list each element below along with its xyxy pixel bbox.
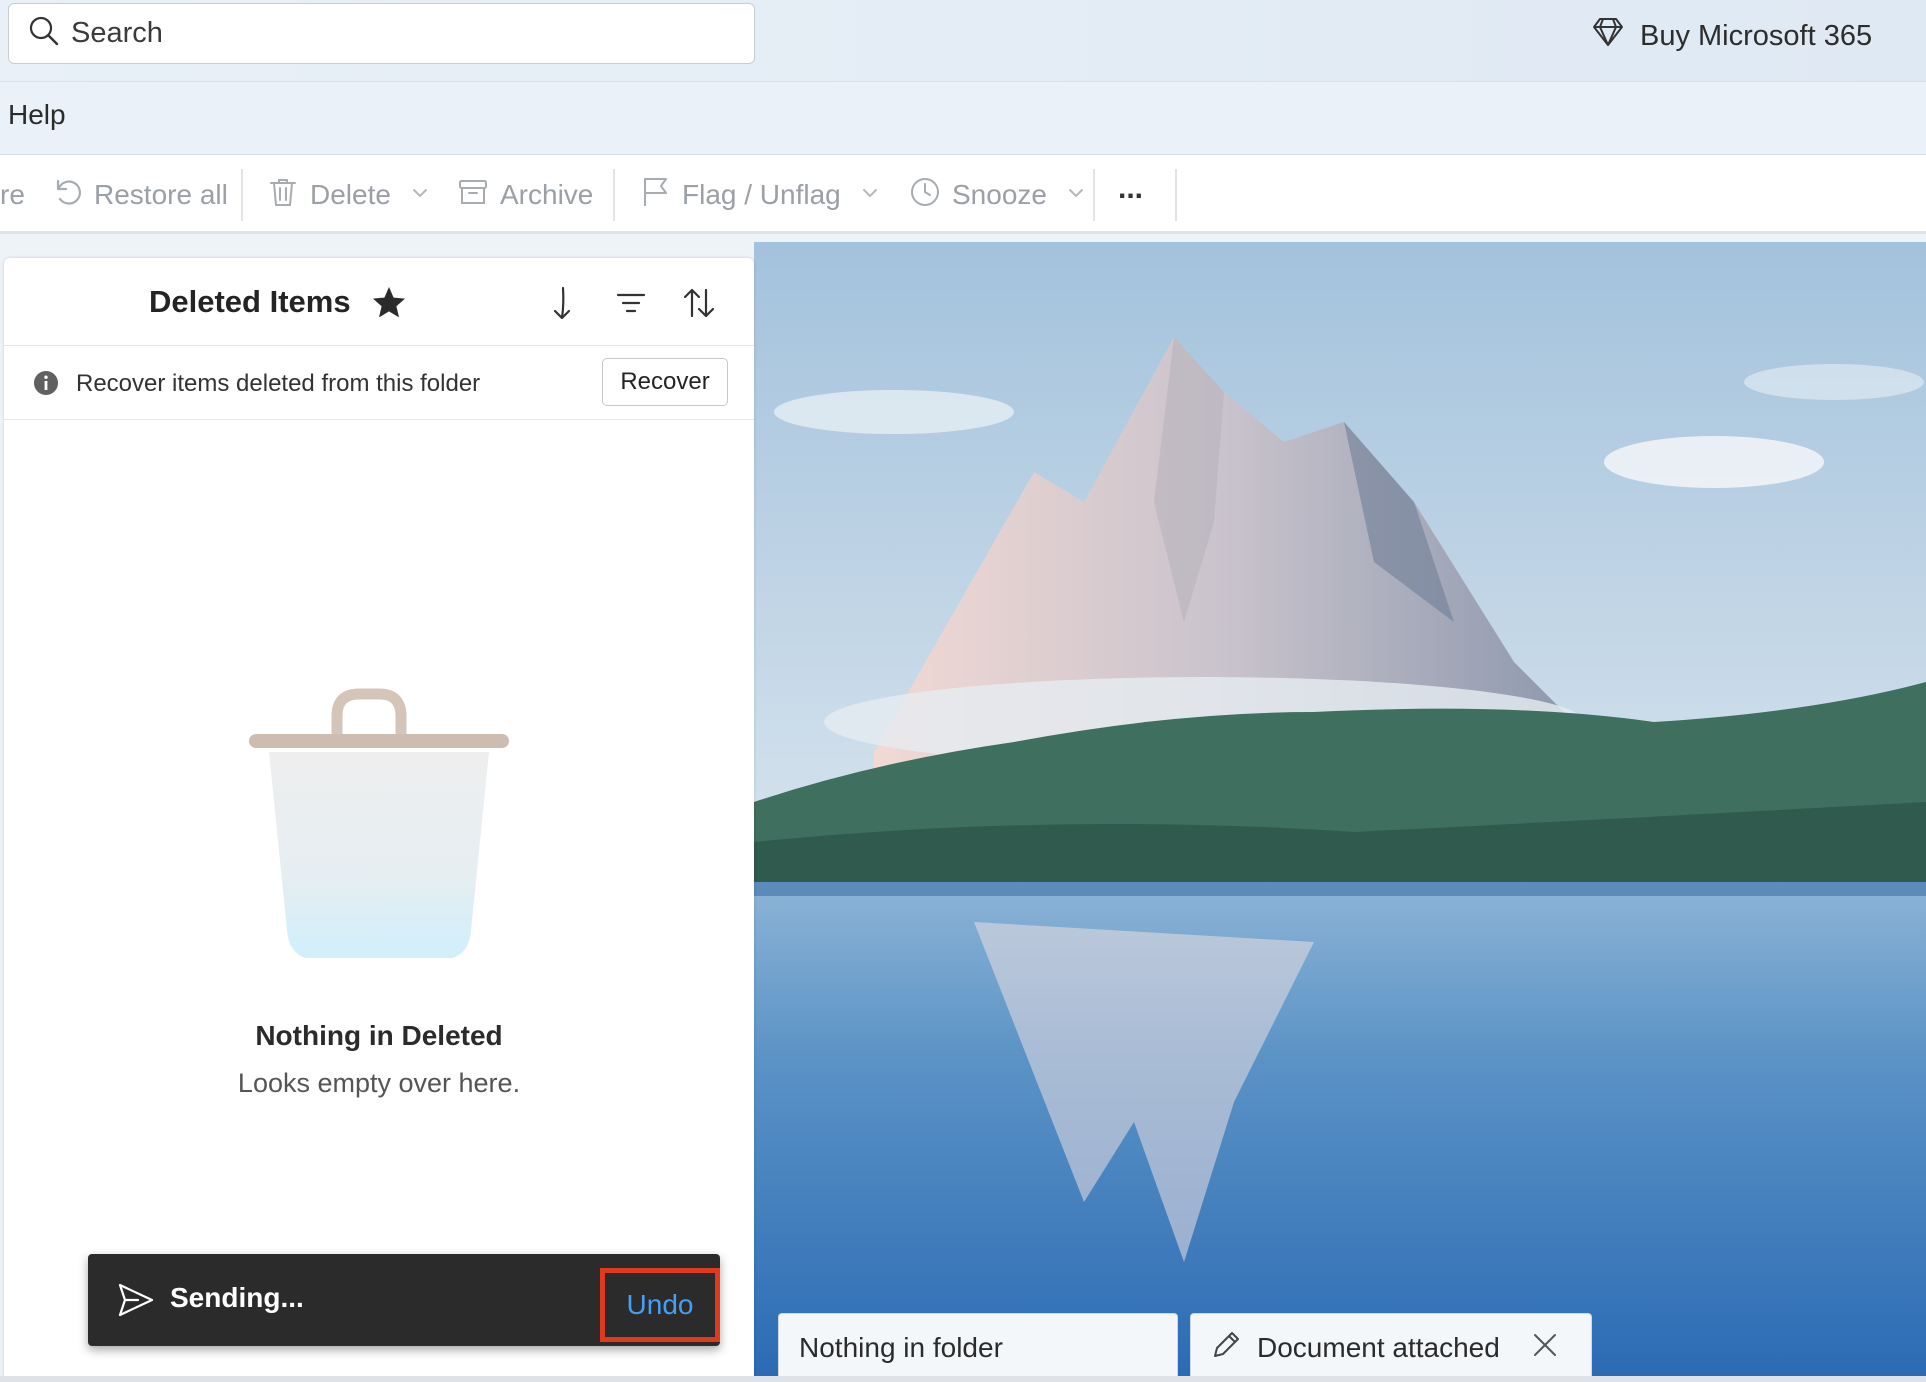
archive-button[interactable]: Archive <box>456 173 593 217</box>
empty-state-subtitle: Looks empty over here. <box>237 1068 521 1098</box>
recover-button[interactable]: Recover <box>602 358 728 406</box>
chevron-down-icon[interactable] <box>391 179 431 211</box>
draft-tab-label: Document attached <box>1257 1332 1500 1363</box>
sending-text: Sending... <box>170 1282 304 1313</box>
more-label: ... <box>1118 172 1144 205</box>
more-actions-button[interactable]: ... <box>1118 167 1143 211</box>
toolbar-divider <box>613 169 615 221</box>
empty-bin-illustration <box>239 668 519 960</box>
chevron-down-icon[interactable] <box>841 179 881 211</box>
draft-tab-label: Nothing in folder <box>799 1332 1003 1363</box>
draft-tab-document-attached[interactable]: Document attached <box>1190 1313 1592 1382</box>
delete-label: Delete <box>310 179 391 210</box>
archive-label: Archive <box>500 179 594 210</box>
chevron-down-icon[interactable] <box>1047 179 1087 211</box>
restore-all-label: Restore all <box>94 179 228 210</box>
command-toolbar: re Restore all Delete Archive Flag / Unf… <box>0 154 1926 234</box>
info-icon <box>32 369 60 397</box>
buy-label: Buy Microsoft 365 <box>1640 19 1873 52</box>
outlook-window: Search Buy Microsoft 365 Help re Restore… <box>0 0 1926 1382</box>
empty-state-title: Nothing in Deleted <box>255 1020 503 1051</box>
message-list-pane: Deleted Items Recover items deleted from… <box>4 258 754 1382</box>
folder-title: Deleted Items <box>149 284 351 319</box>
trash-icon <box>266 175 310 216</box>
restore-all-button[interactable]: Restore all <box>50 173 228 217</box>
search-placeholder: Search <box>71 17 163 49</box>
tab-help[interactable]: Help <box>8 99 66 131</box>
flag-unflag-label: Flag / Unflag <box>682 179 841 210</box>
filter-icon[interactable] <box>612 284 650 322</box>
background-landscape-image <box>754 242 1926 1382</box>
recover-items-bar: Recover items deleted from this folder R… <box>4 346 754 420</box>
folder-header: Deleted Items <box>4 258 754 346</box>
snooze-button[interactable]: Snooze <box>908 173 1087 217</box>
menu-row: Help <box>0 82 1926 154</box>
snooze-label: Snooze <box>952 179 1047 210</box>
toolbar-divider <box>241 169 243 221</box>
buy-microsoft-365-button[interactable]: Buy Microsoft 365 <box>1590 14 1872 58</box>
top-bar: Search Buy Microsoft 365 <box>0 0 1926 82</box>
sort-icon[interactable] <box>680 284 718 322</box>
recover-text: Recover items deleted from this folder <box>76 370 481 397</box>
favorite-star-icon[interactable] <box>370 284 408 322</box>
search-input[interactable]: Search <box>8 3 755 64</box>
toolbar-divider <box>1093 169 1095 221</box>
delete-button[interactable]: Delete <box>266 173 431 217</box>
close-icon[interactable] <box>1528 1328 1562 1369</box>
jump-to-icon[interactable] <box>544 284 582 322</box>
search-icon <box>27 14 61 53</box>
flag-icon <box>638 175 682 216</box>
draft-tab-nothing-in-folder[interactable]: Nothing in folder <box>778 1313 1178 1382</box>
diamond-icon <box>1590 14 1640 58</box>
status-edge <box>0 1376 1926 1382</box>
restore-icon <box>50 175 94 216</box>
pencil-icon <box>1209 1328 1243 1369</box>
archive-icon <box>456 175 500 216</box>
partial-command[interactable]: re <box>0 173 25 217</box>
toolbar-divider <box>1175 169 1177 221</box>
clock-icon <box>908 175 952 216</box>
flag-unflag-button[interactable]: Flag / Unflag <box>638 173 881 217</box>
undo-send-button[interactable]: Undo <box>600 1268 720 1342</box>
